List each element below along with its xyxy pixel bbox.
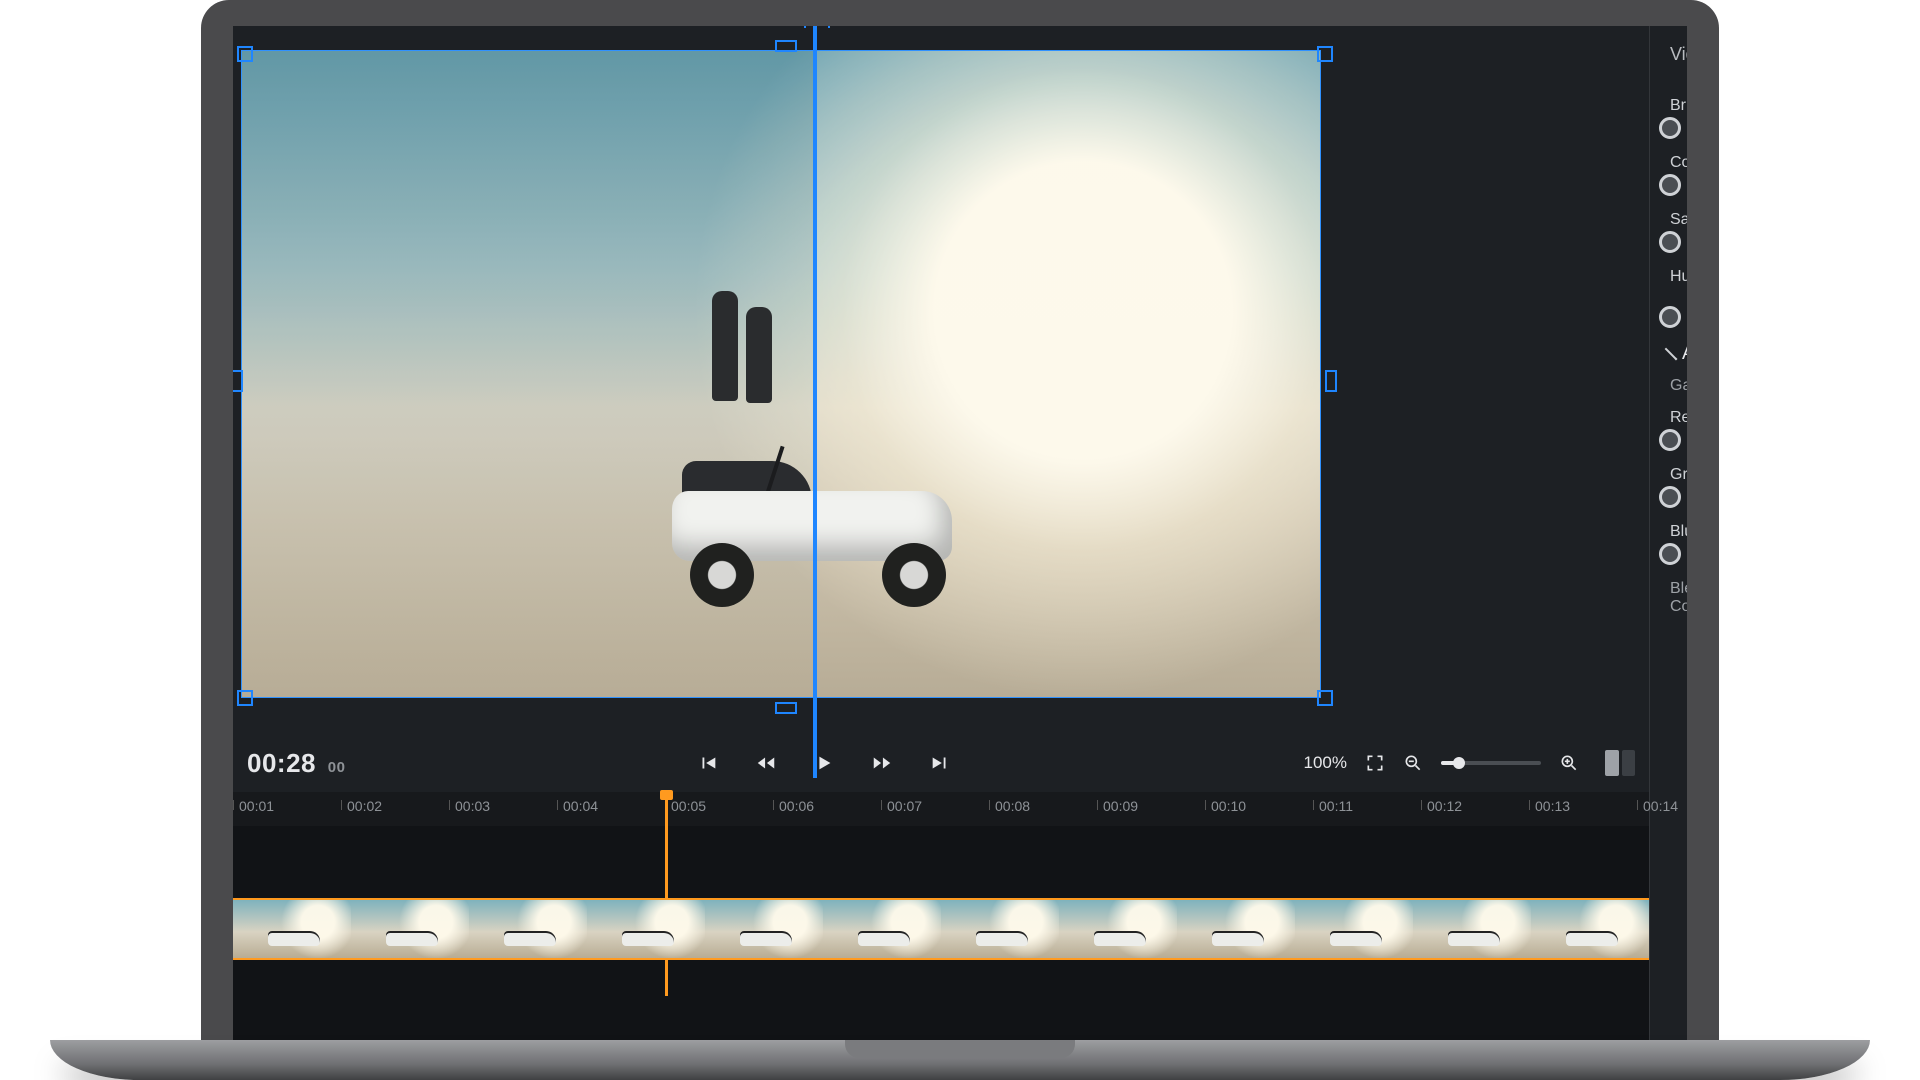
crop-handle-bottom[interactable] — [775, 702, 797, 714]
red-label: Red — [1670, 409, 1687, 427]
ruler-tick: 00:11 — [1319, 798, 1353, 814]
fullscreen-icon[interactable] — [1365, 753, 1385, 773]
zoom-slider[interactable] — [1441, 761, 1541, 765]
ruler-tick: 00:12 — [1427, 798, 1462, 814]
ruler-tick: 00:03 — [455, 798, 490, 814]
clip-thumbnail[interactable] — [469, 900, 587, 958]
fast-forward-icon[interactable] — [871, 752, 893, 774]
laptop-notch — [845, 1040, 1075, 1058]
green-label: Green — [1670, 466, 1687, 484]
left-pane: 00:28 00 100% — [233, 26, 1649, 1040]
clip-track[interactable] — [233, 898, 1649, 960]
video-preview[interactable] — [241, 50, 1321, 698]
compare-divider[interactable] — [813, 26, 817, 778]
laptop-base — [50, 1040, 1870, 1080]
figure — [746, 307, 772, 403]
tab-video[interactable]: Video — [1670, 44, 1687, 65]
clip-thumbnail[interactable] — [823, 900, 941, 958]
rewind-icon[interactable] — [755, 752, 777, 774]
clip-thumbnail[interactable] — [1413, 900, 1531, 958]
crop-handle-left[interactable] — [233, 370, 243, 392]
ruler-tick: 00:06 — [779, 798, 814, 814]
ruler-tick: 00:09 — [1103, 798, 1138, 814]
clip-thumbnail[interactable] — [1177, 900, 1295, 958]
crop-handle-top[interactable] — [775, 40, 797, 52]
timeline-ruler[interactable]: 00:01 00:02 00:03 00:04 00:05 00:06 00:07 00:08… — [233, 792, 1649, 826]
playhead[interactable] — [665, 792, 668, 996]
brightness-label: Brightness — [1670, 97, 1687, 115]
advanced-title: Advanced — [1682, 343, 1687, 365]
skip-end-icon[interactable] — [929, 752, 951, 774]
vehicle — [642, 451, 1002, 601]
compare-toggle-icon[interactable] — [1605, 750, 1635, 776]
contrast-label: Contrast — [1670, 154, 1687, 172]
crop-handle-tr[interactable] — [1317, 46, 1333, 62]
ruler-tick: 00:08 — [995, 798, 1030, 814]
saturation-label: Saturation — [1670, 211, 1687, 229]
ruler-tick: 00:10 — [1211, 798, 1246, 814]
zoom-out-icon[interactable] — [1403, 753, 1423, 773]
ruler-tick: 00:02 — [347, 798, 382, 814]
preview-area — [233, 26, 1649, 734]
inspector-tabs: VideoEffectsColorAu — [1650, 26, 1687, 75]
blue-label: Blue — [1670, 523, 1687, 541]
ruler-tick: 00:04 — [563, 798, 598, 814]
ruler-tick: 00:07 — [887, 798, 922, 814]
ruler-tick: 00:05 — [671, 798, 706, 814]
current-time: 00:28 00 — [247, 748, 345, 779]
figure — [712, 291, 738, 401]
transport-bar: 00:28 00 100% — [233, 734, 1649, 792]
zoom-controls: 100% — [1304, 750, 1635, 776]
crop-handle-bl[interactable] — [237, 690, 253, 706]
clip-thumbnail[interactable] — [705, 900, 823, 958]
laptop-mock: 00:28 00 100% — [190, 0, 1730, 1060]
color-panel: Brightness100 Contrast100 Saturation100 — [1650, 75, 1687, 634]
screen-bezel: 00:28 00 100% — [201, 0, 1719, 1040]
zoom-in-icon[interactable] — [1559, 753, 1579, 773]
clip-thumbnail[interactable] — [587, 900, 705, 958]
ruler-tick: 00:01 — [239, 798, 274, 814]
clip-thumbnail[interactable] — [351, 900, 469, 958]
ruler-tick: 00:14 — [1643, 798, 1678, 814]
time-main: 00:28 — [247, 748, 316, 778]
skip-start-icon[interactable] — [697, 752, 719, 774]
inspector-panel: VideoEffectsColorAu Brightness100 Contra… — [1649, 26, 1687, 1040]
crop-handle-right[interactable] — [1325, 370, 1337, 392]
hue-label: HueRotation — [1670, 268, 1687, 304]
clip-thumbnail[interactable] — [1295, 900, 1413, 958]
crop-handle-tl[interactable] — [237, 46, 253, 62]
video-editor-app: 00:28 00 100% — [233, 26, 1687, 1040]
zoom-label: 100% — [1304, 753, 1347, 773]
clip-thumbnail[interactable] — [941, 900, 1059, 958]
crop-handle-br[interactable] — [1317, 690, 1333, 706]
chevron-down-icon — [1665, 348, 1678, 361]
clip-thumbnail[interactable] — [1059, 900, 1177, 958]
ruler-tick: 00:13 — [1535, 798, 1570, 814]
time-frames: 00 — [328, 759, 346, 776]
timeline-rest — [233, 960, 1649, 1040]
app-screen: 00:28 00 100% — [233, 26, 1687, 1040]
transport-buttons — [345, 752, 1303, 774]
clip-thumbnail[interactable] — [1531, 900, 1649, 958]
timeline-gap — [233, 826, 1649, 898]
clip-thumbnail[interactable] — [233, 900, 351, 958]
